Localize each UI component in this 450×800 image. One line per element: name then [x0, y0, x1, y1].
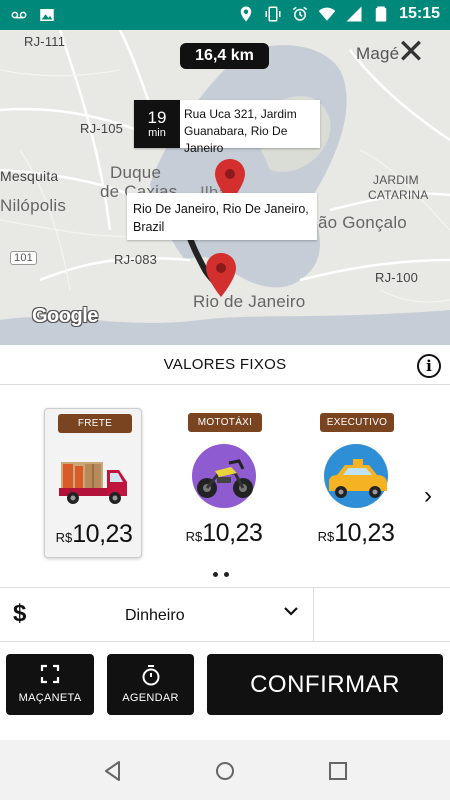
wifi-icon: [318, 7, 336, 21]
signal-icon: [346, 6, 362, 22]
price-value: 10,23: [202, 519, 263, 547]
map-label-rj105: RJ-105: [80, 121, 124, 136]
pagination-dot: [224, 572, 229, 577]
image-icon: [40, 9, 54, 21]
vibrate-icon: [265, 6, 281, 22]
recents-icon[interactable]: [325, 758, 351, 784]
voicemail-icon: [11, 11, 27, 19]
chevron-down-icon: [284, 607, 298, 616]
status-bar: 15:15: [0, 0, 450, 30]
vehicle-price: R$10,23: [307, 519, 405, 548]
origin-callout: 19 min Rua Uca 321, Jardim Guanabara, Ri…: [134, 100, 320, 155]
map-label-rj083: RJ-083: [114, 252, 158, 267]
taxi-icon: [324, 444, 388, 508]
route-map[interactable]: RJ-111 Magé RJ-105 Mesquita Duque de Cax…: [0, 30, 450, 345]
timer-icon: [107, 664, 194, 691]
vehicle-card-executivo[interactable]: EXECUTIVO R$10,23: [307, 408, 405, 558]
info-icon[interactable]: i: [417, 354, 441, 378]
map-label-rj111: RJ-111: [24, 34, 66, 49]
home-icon[interactable]: [212, 758, 238, 784]
map-label-sao-goncalo: ão Gonçalo: [318, 213, 407, 232]
payment-method-label: Dinheiro: [125, 607, 185, 624]
dollar-icon: $: [13, 600, 27, 627]
confirm-button[interactable]: CONFIRMAR: [207, 654, 443, 715]
eta-unit: min: [148, 127, 166, 139]
destination-callout: Rio De Janeiro, Rio De Janeiro, Brazil: [127, 193, 317, 240]
destination-pin-icon: [206, 253, 236, 297]
close-icon[interactable]: ✕: [393, 34, 429, 70]
carousel-pagination: [213, 572, 229, 577]
map-label-catarina: CATARINA: [368, 188, 429, 202]
agendar-button[interactable]: AGENDAR: [107, 654, 194, 715]
vehicle-badge: EXECUTIVO: [320, 413, 394, 432]
vehicle-badge: MOTOTÁXI: [188, 413, 262, 432]
location-icon: [240, 6, 252, 22]
vehicle-card-mototaxi[interactable]: MOTOTÁXI R$10,23: [175, 408, 273, 558]
eta-number: 19: [147, 108, 167, 127]
eta-badge: 19 min: [134, 100, 180, 148]
price-value: 10,23: [334, 519, 395, 547]
vehicle-card-frete[interactable]: FRETE R$10,23: [44, 408, 142, 558]
fixed-values-header: VALORES FIXOS i: [0, 345, 450, 385]
map-label-nilopolis: Nilópolis: [0, 196, 67, 215]
agendar-label: AGENDAR: [122, 692, 179, 704]
back-icon[interactable]: [100, 758, 126, 784]
action-bar: MAÇANETA AGENDAR CONFIRMAR: [0, 643, 450, 740]
map-label-duque: Duque: [110, 163, 162, 182]
map-label-mesquita: Mesquita: [0, 168, 59, 184]
map-label-jardim: JARDIM: [373, 173, 419, 187]
pagination-dot: [213, 572, 218, 577]
macaneta-button[interactable]: MAÇANETA: [6, 654, 94, 715]
vehicle-price: R$10,23: [175, 519, 273, 548]
price-currency: R$: [185, 529, 203, 544]
vehicle-price: R$10,23: [45, 520, 143, 549]
map-label-101: 101: [10, 251, 37, 265]
payment-method-select[interactable]: $ Dinheiro: [0, 588, 314, 642]
distance-pill: 16,4 km: [180, 43, 269, 69]
fixed-values-title: VALORES FIXOS: [163, 356, 287, 373]
price-value: 10,23: [72, 520, 133, 548]
battery-icon: [375, 6, 387, 22]
origin-address: Rua Uca 321, Jardim Guanabara, Rio De Ja…: [184, 107, 297, 155]
truck-icon: [59, 462, 127, 504]
carousel-next-icon[interactable]: ›: [424, 482, 432, 510]
android-nav-bar: [0, 740, 450, 800]
macaneta-label: MAÇANETA: [18, 692, 82, 704]
price-currency: R$: [317, 529, 335, 544]
vehicle-carousel: FRETE R$10,23 MOTOTÁXI R$10,23 EXECUTIVO…: [0, 386, 450, 586]
alarm-icon: [292, 6, 308, 21]
payment-row: $ Dinheiro: [0, 587, 450, 642]
vehicle-badge: FRETE: [58, 414, 132, 433]
google-logo: Google: [32, 305, 98, 327]
map-label-rj100: RJ-100: [375, 270, 419, 285]
status-time: 15:15: [399, 5, 440, 22]
motorcycle-icon: [192, 444, 256, 508]
price-currency: R$: [55, 530, 73, 545]
fullscreen-icon: [6, 664, 94, 689]
